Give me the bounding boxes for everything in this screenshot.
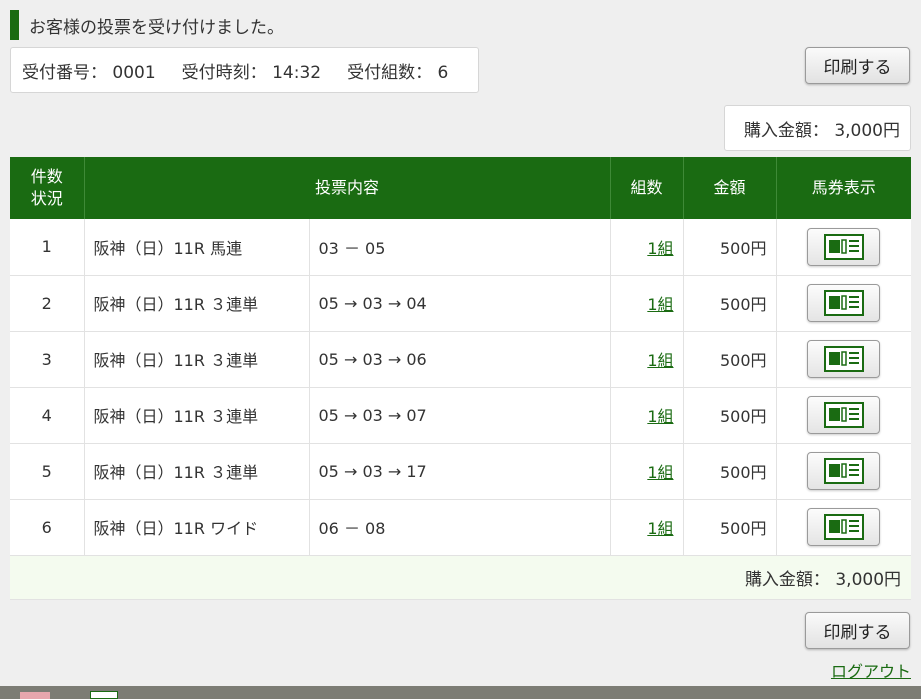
- row-race: 阪神（日）11R ３連単: [84, 331, 310, 388]
- bottom-tab-green: [90, 691, 118, 699]
- row-race: 阪神（日）11R ワイド: [84, 499, 310, 556]
- receipt-number-label: 受付番号：: [22, 62, 107, 83]
- receipt-info: 受付番号： 0001 受付時刻： 14:32 受付組数： 6: [10, 47, 479, 93]
- row-race: 阪神（日）11R 馬連: [84, 219, 310, 276]
- row-race: 阪神（日）11R ３連単: [84, 443, 310, 500]
- purchase-total-label: 購入金額：: [743, 120, 829, 141]
- row-kumi-cell: 1組: [610, 387, 684, 444]
- table-row: 6 阪神（日）11R ワイド 06 － 08 1組 500円: [10, 499, 912, 556]
- header-count-label: 件数: [30, 167, 63, 186]
- receipt-time-label: 受付時刻：: [181, 62, 267, 83]
- ticket-view-button[interactable]: [807, 340, 881, 378]
- row-kumi-cell: 1組: [610, 331, 684, 388]
- row-kumi-link[interactable]: 1組: [647, 463, 673, 482]
- row-kumi-cell: 1組: [610, 275, 684, 332]
- total-row-cell: 購入金額： 3,000円: [10, 555, 912, 600]
- row-amount: 500円: [683, 499, 777, 556]
- row-bet: 06 － 08: [309, 499, 611, 556]
- row-ticket-cell: [776, 331, 912, 388]
- receipt-time: 受付時刻： 14:32: [182, 58, 321, 83]
- row-bet: 05 → 03 → 07: [309, 387, 611, 444]
- ticket-view-button[interactable]: [807, 227, 881, 266]
- total-row-label: 購入金額：: [744, 569, 830, 590]
- confirmation-header: お客様の投票を受け付けました。: [10, 10, 284, 40]
- row-kumi-link[interactable]: 1組: [647, 519, 673, 538]
- table-row: 1 阪神（日）11R 馬連 03 － 05 1組 500円: [10, 219, 912, 276]
- row-number: 3: [10, 331, 85, 388]
- bet-table: 件数状況 投票内容 組数 金額 馬券表示 1 阪神（日）11R 馬連 03 － 05…: [10, 157, 912, 600]
- table-row: 2 阪神（日）11R ３連単 05 → 03 → 04 1組 500円: [10, 275, 912, 332]
- header-kumi: 組数: [610, 157, 684, 219]
- receipt-number: 受付番号： 0001: [22, 58, 156, 83]
- row-ticket-cell: [776, 443, 912, 500]
- header-ticket: 馬券表示: [776, 157, 912, 219]
- row-number: 2: [10, 275, 85, 332]
- row-kumi-link[interactable]: 1組: [647, 295, 673, 314]
- receipt-time-value: 14:32: [272, 62, 322, 83]
- receipt-count-label: 受付組数：: [347, 62, 433, 83]
- row-number: 6: [10, 499, 85, 556]
- table-row: 3 阪神（日）11R ３連単 05 → 03 → 06 1組 500円: [10, 331, 912, 388]
- logout-link[interactable]: ログアウト: [831, 658, 911, 682]
- header-amount: 金額: [683, 157, 777, 219]
- row-number: 4: [10, 387, 85, 444]
- row-kumi-link[interactable]: 1組: [647, 239, 673, 258]
- receipt-number-value: 0001: [112, 62, 156, 83]
- row-ticket-cell: [776, 387, 912, 444]
- table-header-row: 件数状況 投票内容 組数 金額 馬券表示: [10, 157, 912, 219]
- row-amount: 500円: [683, 387, 777, 444]
- row-ticket-cell: [776, 219, 912, 276]
- purchase-total-box: 購入金額： 3,000円: [724, 105, 911, 151]
- row-bet: 03 － 05: [309, 219, 611, 276]
- header-count-status: 件数 状況: [10, 157, 85, 219]
- table-row: 4 阪神（日）11R ３連単 05 → 03 → 07 1組 500円: [10, 387, 912, 444]
- row-kumi-cell: 1組: [610, 219, 684, 276]
- row-ticket-cell: [776, 499, 912, 556]
- ticket-icon: [823, 514, 864, 540]
- bottom-tab-pink: [20, 692, 50, 699]
- ticket-icon: [823, 402, 864, 428]
- total-row: 購入金額： 3,000円: [10, 555, 912, 600]
- row-amount: 500円: [683, 443, 777, 500]
- row-kumi-link[interactable]: 1組: [647, 407, 673, 426]
- header-accent-bar: [10, 10, 19, 40]
- bottom-bar: [0, 686, 921, 699]
- table-row: 5 阪神（日）11R ３連単 05 → 03 → 17 1組 500円: [10, 443, 912, 500]
- ticket-icon: [823, 290, 864, 316]
- row-number: 5: [10, 443, 85, 500]
- ticket-view-button[interactable]: [807, 396, 881, 434]
- row-race: 阪神（日）11R ３連単: [84, 387, 310, 444]
- receipt-count-value: 6: [437, 62, 449, 83]
- header-status-label: 状況: [30, 189, 63, 208]
- purchase-total-value: 3,000円: [834, 120, 900, 141]
- row-race: 阪神（日）11R ３連単: [84, 275, 310, 332]
- ticket-view-button[interactable]: [807, 452, 881, 490]
- ticket-icon: [823, 233, 864, 260]
- row-amount: 500円: [683, 275, 777, 332]
- print-button-bottom[interactable]: 印刷する: [805, 612, 910, 649]
- row-number: 1: [10, 219, 85, 276]
- ticket-icon: [823, 458, 864, 484]
- row-ticket-cell: [776, 275, 912, 332]
- ticket-view-button[interactable]: [807, 508, 881, 546]
- confirmation-message: お客様の投票を受け付けました。: [29, 17, 284, 38]
- row-amount: 500円: [683, 331, 777, 388]
- row-kumi-cell: 1組: [610, 443, 684, 500]
- row-kumi-cell: 1組: [610, 499, 684, 556]
- total-row-value: 3,000円: [835, 569, 902, 590]
- receipt-count: 受付組数： 6: [347, 58, 448, 83]
- ticket-view-button[interactable]: [807, 284, 881, 322]
- ticket-icon: [823, 346, 864, 372]
- row-bet: 05 → 03 → 04: [309, 275, 611, 332]
- row-amount: 500円: [683, 219, 777, 276]
- header-content: 投票内容: [84, 157, 611, 219]
- row-kumi-link[interactable]: 1組: [647, 351, 673, 370]
- print-button[interactable]: 印刷する: [805, 47, 910, 84]
- row-bet: 05 → 03 → 17: [309, 443, 611, 500]
- row-bet: 05 → 03 → 06: [309, 331, 611, 388]
